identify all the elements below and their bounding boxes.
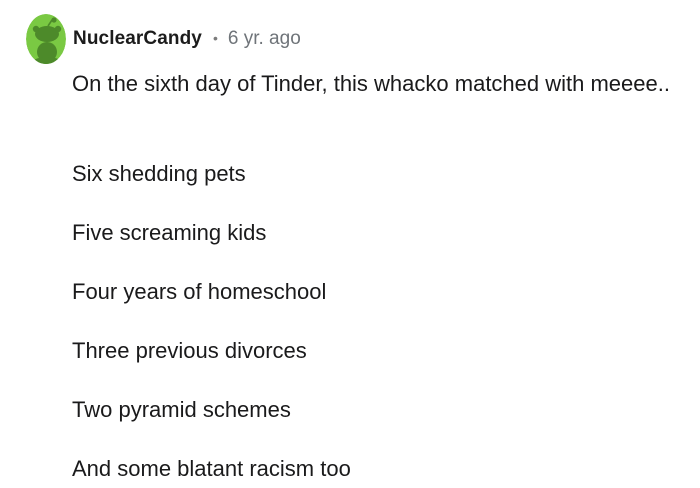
comment-intro-paragraph: On the sixth day of Tinder, this whacko … <box>72 71 670 96</box>
comment-line: Six shedding pets <box>72 161 246 186</box>
comment-line: Three previous divorces <box>72 338 307 363</box>
comment: NuclearCandy • 6 yr. ago On the sixth da… <box>0 0 700 488</box>
separator-dot: • <box>212 30 218 46</box>
comment-timestamp[interactable]: 6 yr. ago <box>228 28 301 50</box>
avatar[interactable] <box>26 14 66 64</box>
comment-line: Four years of homeschool <box>72 279 327 304</box>
comment-line: Two pyramid schemes <box>72 397 291 422</box>
comment-body: On the sixth day of Tinder, this whacko … <box>72 68 672 481</box>
reddit-snoo-avatar-icon <box>26 14 66 64</box>
comment-line: Five screaming kids <box>72 220 267 245</box>
comment-header: NuclearCandy • 6 yr. ago <box>26 14 301 64</box>
author-username[interactable]: NuclearCandy <box>73 28 202 50</box>
comment-line: And some blatant racism too <box>72 456 351 481</box>
